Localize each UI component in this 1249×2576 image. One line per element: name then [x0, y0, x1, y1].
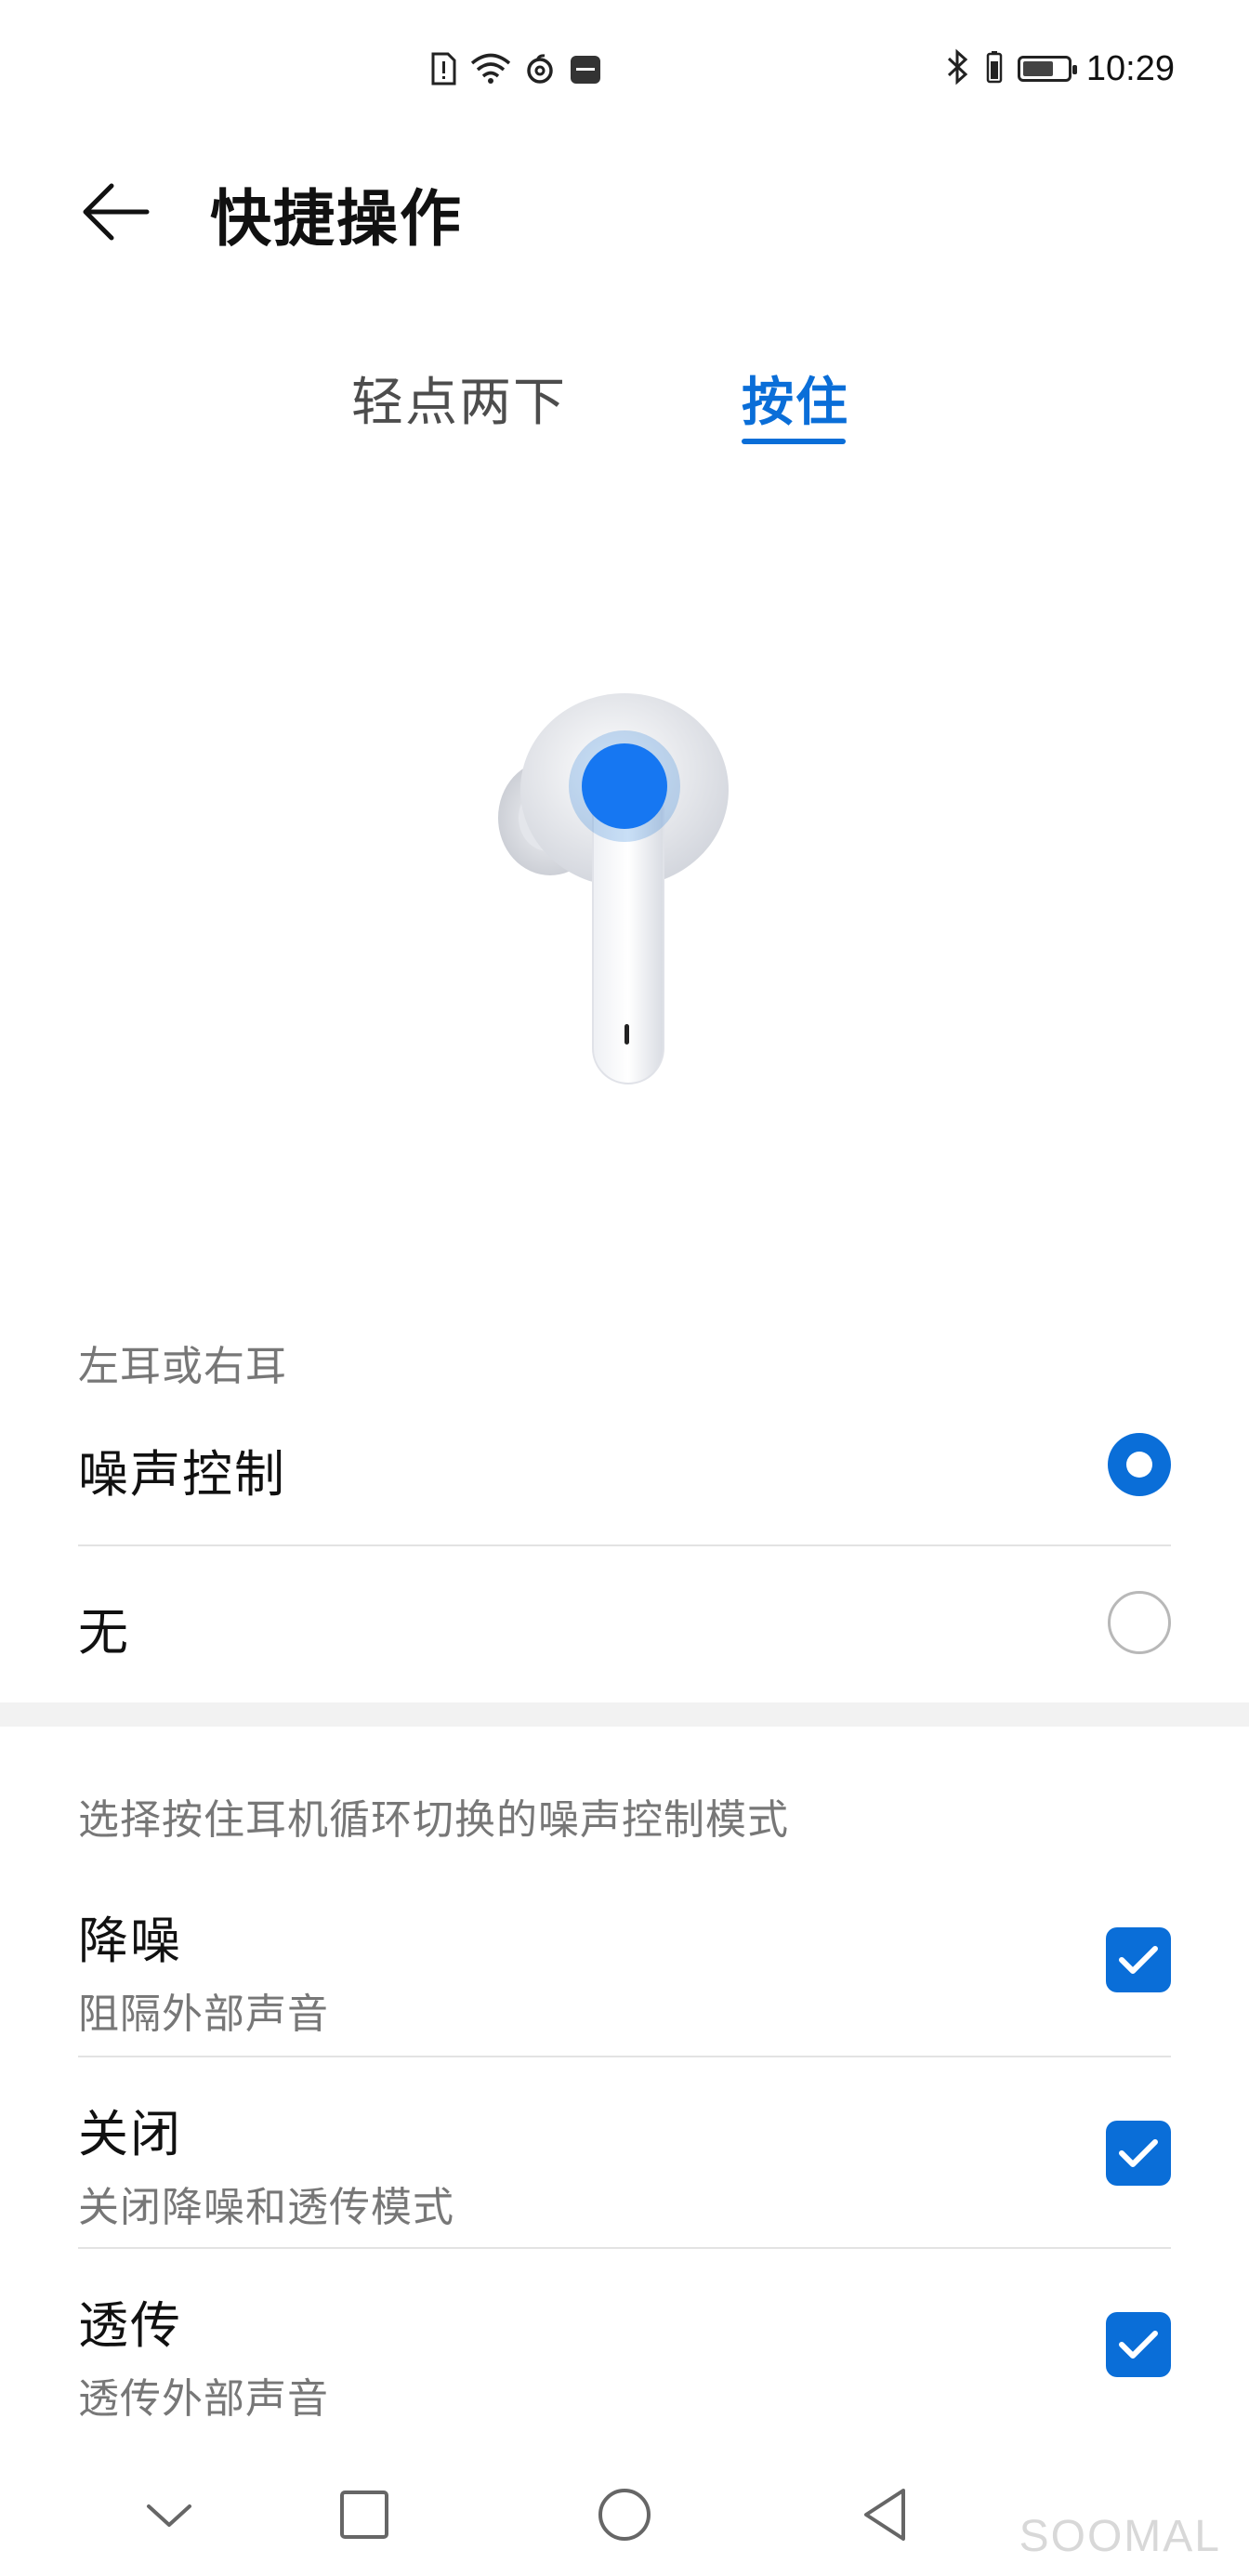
mode-row-off[interactable]: 关闭 关闭降噪和透传模式 [78, 2093, 1171, 2231]
header: 快捷操作 [0, 145, 1249, 275]
chevron-down-icon [147, 2504, 191, 2527]
mode-anc-subtitle: 阻隔外部声音 [78, 1991, 329, 2038]
divider [78, 2056, 1171, 2057]
huawei-app-icon [569, 52, 602, 89]
tab-bar: 轻点两下 按住 [0, 344, 1249, 455]
checkmark-icon [1119, 2331, 1158, 2359]
battery-icon [1017, 56, 1077, 82]
home-circle-icon [598, 2489, 651, 2541]
mode-anc-title: 降噪 [78, 1912, 182, 1970]
netease-music-icon [524, 53, 556, 88]
status-time: 10:29 [1085, 48, 1175, 88]
nav-hide-button[interactable] [136, 2481, 203, 2548]
divider [78, 2247, 1171, 2249]
mode-off-subtitle: 关闭降噪和透传模式 [78, 2184, 454, 2231]
checkmark-icon [1119, 1946, 1158, 1974]
divider [78, 1544, 1171, 1546]
battery-level [1022, 61, 1054, 76]
mode-transparency-subtitle: 透传外部声音 [78, 2375, 329, 2423]
radio-noise-control-selected[interactable] [1108, 1433, 1171, 1496]
wifi-icon [470, 53, 511, 88]
nav-home-button[interactable] [591, 2481, 658, 2548]
mode-off-title: 关闭 [78, 2105, 182, 2163]
nav-back-button[interactable] [851, 2481, 918, 2548]
recents-square-icon [340, 2491, 388, 2539]
mode-transparency-title: 透传 [78, 2296, 182, 2355]
press-zone-dot [582, 743, 667, 829]
mode-row-anc[interactable]: 降噪 阻隔外部声音 [78, 1899, 1171, 2038]
radio-none[interactable] [1108, 1591, 1171, 1654]
section-separator [0, 1702, 1249, 1727]
bluetooth-icon [945, 48, 971, 89]
option-noise-control-label: 噪声控制 [78, 1445, 286, 1504]
tab-active-indicator [742, 439, 846, 444]
page-title: 快捷操作 [210, 183, 463, 255]
status-right-group: 10:29 [945, 48, 1175, 89]
sim-alert-icon [429, 52, 457, 89]
earbud-illustration [483, 688, 762, 1097]
nav-recents-button[interactable] [331, 2481, 398, 2548]
option-none-label: 无 [78, 1603, 130, 1662]
mode-row-transparency[interactable]: 透传 透传外部声音 [78, 2284, 1171, 2423]
checkbox-transparency[interactable] [1106, 2312, 1171, 2377]
tab-press-hold[interactable]: 按住 [742, 361, 849, 436]
back-triangle-icon [864, 2489, 905, 2541]
tab-double-tap[interactable]: 轻点两下 [351, 361, 567, 436]
mode-section-label: 选择按住耳机循环切换的噪声控制模式 [78, 1796, 789, 1844]
checkbox-off[interactable] [1106, 2121, 1171, 2186]
watermark: SOOMAL [1019, 2512, 1221, 2561]
option-none[interactable]: 无 [78, 1591, 1171, 1665]
back-button[interactable] [76, 173, 154, 251]
status-notification-icons [429, 52, 602, 89]
checkbox-anc[interactable] [1106, 1927, 1171, 1992]
bluetooth-battery-icon [986, 50, 1003, 87]
checkmark-icon [1119, 2139, 1158, 2167]
arrow-left-icon [83, 183, 150, 241]
option-noise-control[interactable]: 噪声控制 [78, 1433, 1171, 1507]
side-section-label: 左耳或右耳 [78, 1343, 287, 1390]
status-bar: 10:29 [0, 0, 1249, 145]
